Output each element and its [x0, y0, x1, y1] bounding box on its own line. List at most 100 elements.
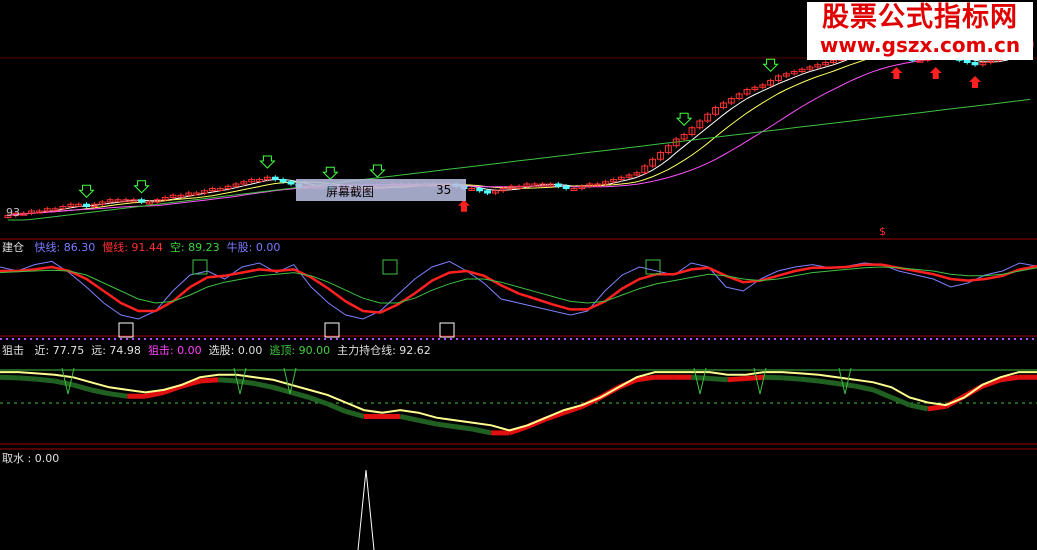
panel2-band-segment — [308, 395, 329, 407]
sell-arrow-icon — [322, 166, 339, 180]
panel1-field-0: 快线: 86.30 — [35, 241, 96, 254]
panel2-band-segment — [818, 378, 838, 387]
panel2-band-segment — [344, 408, 365, 419]
signal-arrows — [78, 34, 982, 212]
panel2-near-line — [0, 371, 1037, 432]
panel3-header: 取水 : 0.00 — [2, 453, 59, 465]
candle-body — [554, 183, 562, 187]
panel2-band-segment — [764, 374, 783, 381]
panel1-series-1 — [0, 263, 1037, 314]
panel2-band-segment — [18, 375, 37, 382]
ma-long-line — [7, 98, 1031, 221]
panel2-spike — [838, 367, 852, 395]
panel2-band-segment — [290, 389, 310, 400]
panel2-band-segment — [454, 424, 474, 432]
panel2-band-segment — [727, 375, 747, 383]
panel2-band-segment — [218, 377, 237, 384]
price-left-value: 93 — [6, 206, 20, 219]
panel3-spike — [357, 469, 375, 550]
tooltip-value: 35 — [436, 183, 452, 197]
panel2-band-segment — [36, 376, 55, 384]
candle-body — [562, 185, 570, 189]
panel1-field-label: 快线: — [34, 241, 61, 254]
panel1-field-value: 86.30 — [60, 241, 96, 254]
panel2-band-segment — [326, 401, 347, 414]
panel1-marker-square — [645, 259, 661, 275]
panel2-band-segment — [872, 387, 893, 400]
panel2-field-value: 77.75 — [49, 344, 85, 357]
panel1-field-value: 0.00 — [252, 241, 281, 254]
buy-arrow-icon — [969, 76, 982, 88]
sell-arrow-icon — [675, 112, 693, 126]
panel2-band-segment — [709, 375, 728, 383]
panel2-field-label: 远: — [91, 344, 106, 357]
candlesticks — [4, 40, 1034, 219]
sell-arrow-icon — [762, 58, 779, 72]
panel2-band-segment — [927, 403, 947, 412]
panel2-band-segment — [199, 377, 219, 384]
panel2-band-segment — [691, 374, 710, 381]
panel2-field-value: 90.00 — [295, 344, 331, 357]
panel1-series-2 — [0, 266, 1037, 304]
panel2-field-3: 选股: 0.00 — [209, 344, 263, 357]
buy-arrow-icon — [929, 67, 942, 79]
panel2-band-segment — [836, 381, 856, 389]
candle-body — [963, 59, 971, 63]
panel2-field-value: 92.62 — [395, 344, 431, 357]
panel2-field-value: 74.98 — [105, 344, 141, 357]
watermark-url: www.gszx.com.cn — [819, 33, 1021, 57]
panel2-field-1: 远: 74.98 — [91, 344, 141, 357]
sell-arrow-icon — [259, 155, 276, 169]
chart-canvas — [0, 34, 1037, 550]
panel2-band-segment — [745, 374, 765, 381]
sell-arrow-icon — [369, 164, 386, 178]
panel2-field-value: 0.00 — [234, 344, 263, 357]
panel2-field-label: 狙击: — [147, 344, 174, 357]
panel3-value: : 0.00 — [27, 452, 60, 465]
ma-fast-line — [7, 48, 1031, 216]
buy-arrow-icon — [457, 199, 470, 212]
candle-body — [484, 190, 491, 194]
jiancang-lines — [0, 259, 1037, 340]
qushui-lines — [357, 469, 375, 550]
panel2-band-segment — [108, 391, 128, 399]
sell-arrow-icon — [133, 180, 150, 194]
panel2-band-segment — [636, 374, 656, 383]
panel2-field-4: 逃顶: 90.00 — [269, 344, 330, 357]
candle-body — [287, 181, 295, 185]
panel2-field-5: 主力持仓线: 92.62 — [337, 344, 431, 357]
panel2-title: 狙击 — [2, 344, 24, 357]
candle-body — [271, 176, 279, 180]
panel2-band-segment — [526, 416, 547, 429]
panel1-marker-square — [118, 322, 134, 338]
panel2-band-segment — [800, 376, 819, 384]
juji-lines — [0, 367, 1037, 436]
panel2-field-label: 选股: — [208, 344, 235, 357]
panel2-field-2: 狙击: 0.00 — [148, 344, 202, 357]
panel1-field-2: 空: 89.23 — [170, 241, 220, 254]
panel1-field-label: 牛股: — [226, 241, 253, 254]
panel2-field-label: 主力持仓线: — [337, 344, 396, 357]
panel2-band-segment — [399, 414, 419, 423]
panel2-header: 狙击 近: 77.75 远: 74.98 狙击: 0.00 选股: 0.00 逃顶: 9… — [2, 345, 431, 357]
panel3-title: 取水 — [2, 452, 24, 465]
candle-body — [83, 203, 90, 207]
panel1-field-label: 慢线: — [102, 241, 128, 254]
panel1-field-3: 牛股: 0.00 — [227, 241, 281, 254]
panel2-band-segment — [854, 383, 874, 393]
panel1-field-value: 91.44 — [127, 241, 163, 254]
ma-mid-line — [7, 52, 1031, 216]
panel1-marker-square — [382, 259, 398, 275]
panel2-band-segment — [0, 374, 19, 381]
panel2-band-segment — [236, 378, 256, 387]
candle-body — [279, 179, 287, 183]
panel2-band-segment — [890, 395, 911, 408]
panel2-field-0: 近: 77.75 — [35, 344, 85, 357]
moving-averages — [7, 48, 1031, 221]
buy-arrow-icon — [890, 67, 903, 79]
watermark-title: 股票公式指标网 — [822, 2, 1018, 33]
panel2-band-segment — [436, 421, 456, 430]
panel2-band-segment — [472, 426, 492, 436]
panel2-band-segment — [254, 381, 274, 390]
panel2-field-value: 0.00 — [173, 344, 202, 357]
